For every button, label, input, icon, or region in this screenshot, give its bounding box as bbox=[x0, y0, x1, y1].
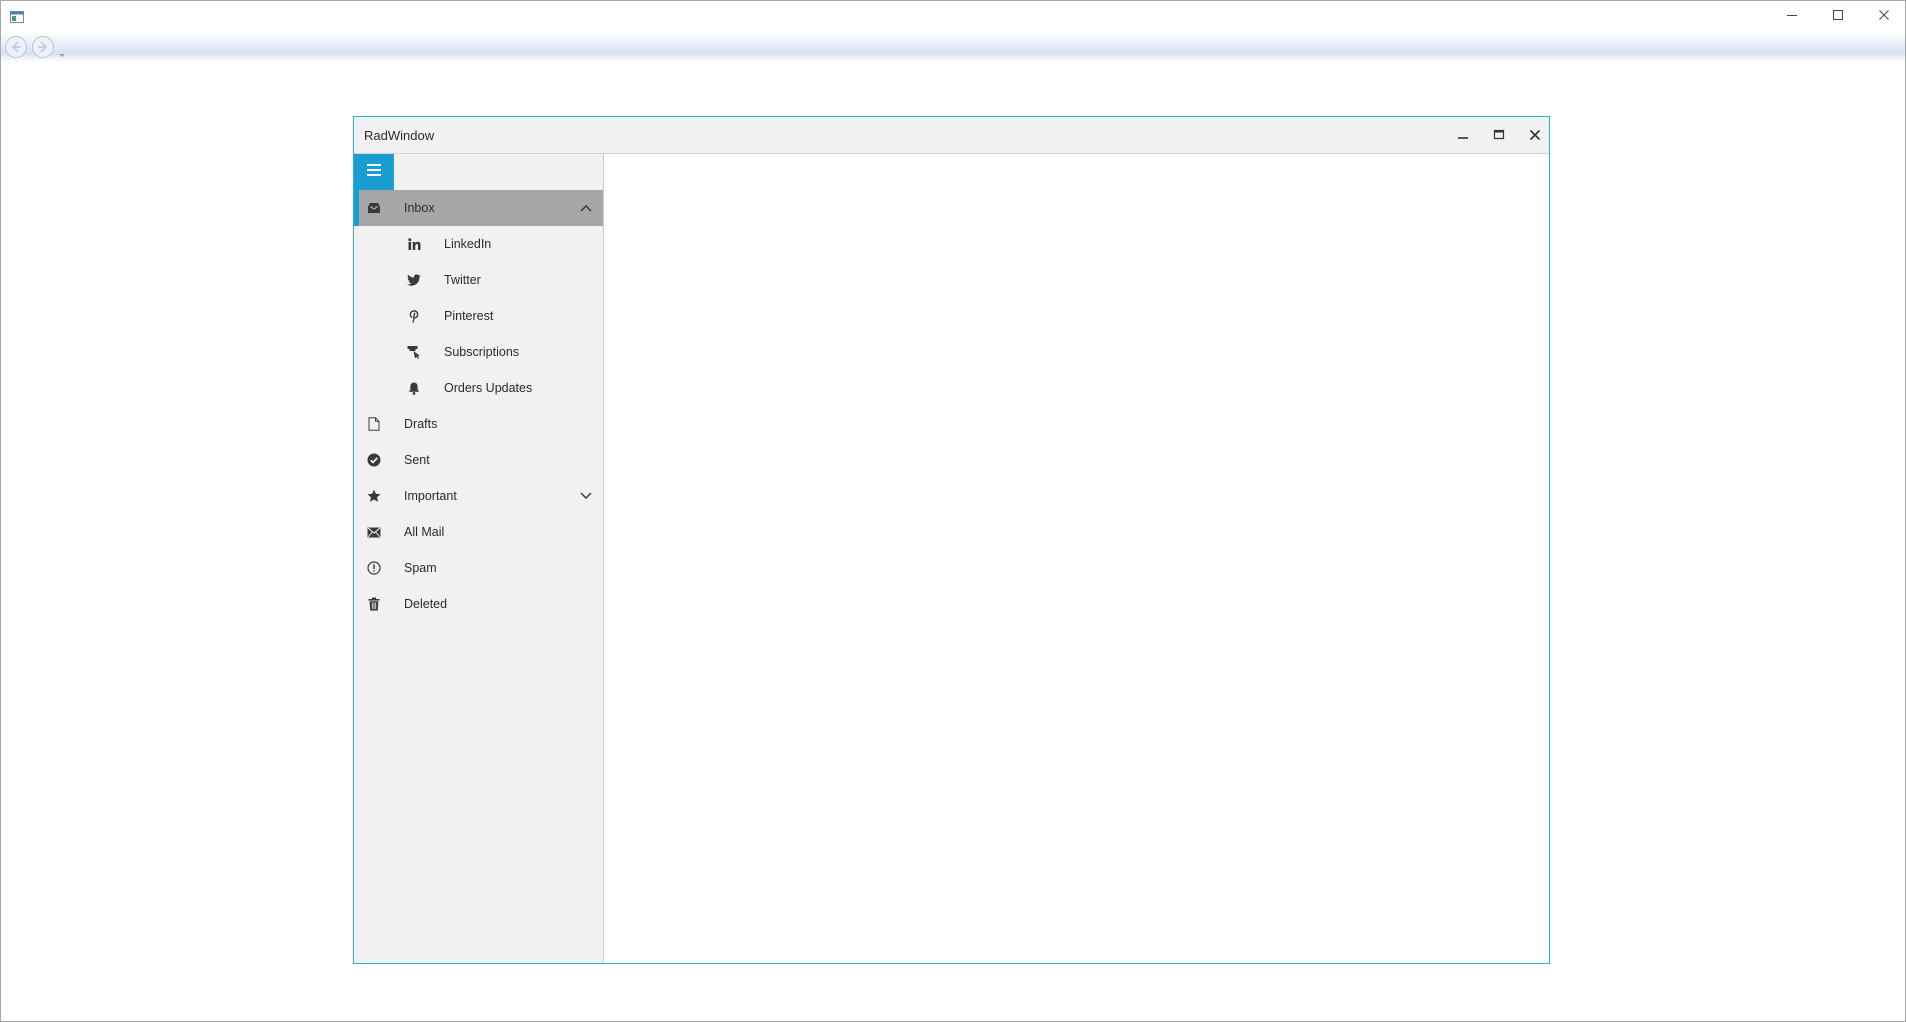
trash-icon bbox=[365, 595, 383, 613]
envelope-icon bbox=[365, 523, 383, 541]
hamburger-menu-button[interactable] bbox=[354, 154, 394, 190]
radwindow-close-button[interactable] bbox=[1521, 123, 1549, 147]
subscriptions-icon bbox=[405, 343, 423, 361]
host-close-button[interactable] bbox=[1861, 1, 1906, 29]
nav-item-label: Spam bbox=[404, 561, 437, 575]
nav-item-orders-updates[interactable]: Orders Updates bbox=[354, 370, 603, 406]
nav-item-subscriptions[interactable]: Subscriptions bbox=[354, 334, 603, 370]
nav-item-pinterest[interactable]: Pinterest bbox=[354, 298, 603, 334]
nav-item-label: All Mail bbox=[404, 525, 445, 539]
radwindow-minimize-button[interactable] bbox=[1449, 123, 1477, 147]
nav-item-label: Deleted bbox=[404, 597, 448, 611]
nav-item-sent[interactable]: Sent bbox=[354, 442, 603, 478]
check-circle-icon bbox=[365, 451, 383, 469]
radwindow-maximize-button[interactable] bbox=[1485, 123, 1513, 147]
radwindow: RadWindow Inbox LinkedIn Twitter Pintere… bbox=[353, 116, 1550, 964]
app-icon bbox=[10, 10, 24, 23]
linkedin-icon bbox=[405, 235, 423, 253]
hamburger-icon bbox=[367, 163, 381, 181]
nav-item-label: Subscriptions bbox=[444, 345, 520, 359]
nav-item-label: Inbox bbox=[404, 201, 435, 215]
nav-item-label: LinkedIn bbox=[444, 237, 492, 251]
forward-button[interactable] bbox=[31, 35, 55, 59]
twitter-icon bbox=[405, 271, 423, 289]
navigation-pane: Inbox LinkedIn Twitter Pinterest Subscri… bbox=[354, 154, 604, 963]
nav-item-twitter[interactable]: Twitter bbox=[354, 262, 603, 298]
host-maximize-button[interactable] bbox=[1815, 1, 1861, 29]
bell-icon bbox=[405, 379, 423, 397]
navigation-list: Inbox LinkedIn Twitter Pinterest Subscri… bbox=[354, 190, 603, 622]
history-dropdown-icon[interactable] bbox=[59, 45, 65, 63]
chevron-down-icon[interactable] bbox=[579, 489, 593, 503]
inbox-icon bbox=[365, 199, 383, 217]
nav-item-label: Important bbox=[404, 489, 457, 503]
nav-item-label: Drafts bbox=[404, 417, 438, 431]
document-icon bbox=[365, 415, 383, 433]
host-navigation-bar bbox=[1, 32, 1905, 62]
nav-item-linkedin[interactable]: LinkedIn bbox=[354, 226, 603, 262]
nav-item-label: Pinterest bbox=[444, 309, 494, 323]
host-titlebar bbox=[1, 1, 1905, 29]
host-minimize-button[interactable] bbox=[1769, 1, 1815, 29]
star-icon bbox=[365, 487, 383, 505]
content-area bbox=[604, 154, 1549, 963]
back-button[interactable] bbox=[4, 35, 28, 59]
nav-item-all-mail[interactable]: All Mail bbox=[354, 514, 603, 550]
nav-item-important[interactable]: Important bbox=[354, 478, 603, 514]
nav-item-inbox[interactable]: Inbox bbox=[354, 190, 603, 226]
nav-item-label: Sent bbox=[404, 453, 430, 467]
chevron-up-icon[interactable] bbox=[579, 201, 593, 215]
nav-item-label: Orders Updates bbox=[444, 381, 533, 395]
nav-item-label: Twitter bbox=[444, 273, 481, 287]
exclamation-circle-icon bbox=[365, 559, 383, 577]
nav-item-spam[interactable]: Spam bbox=[354, 550, 603, 586]
radwindow-title: RadWindow bbox=[364, 128, 435, 143]
radwindow-header: RadWindow bbox=[354, 117, 1549, 154]
nav-item-drafts[interactable]: Drafts bbox=[354, 406, 603, 442]
nav-item-deleted[interactable]: Deleted bbox=[354, 586, 603, 622]
pinterest-icon bbox=[405, 307, 423, 325]
